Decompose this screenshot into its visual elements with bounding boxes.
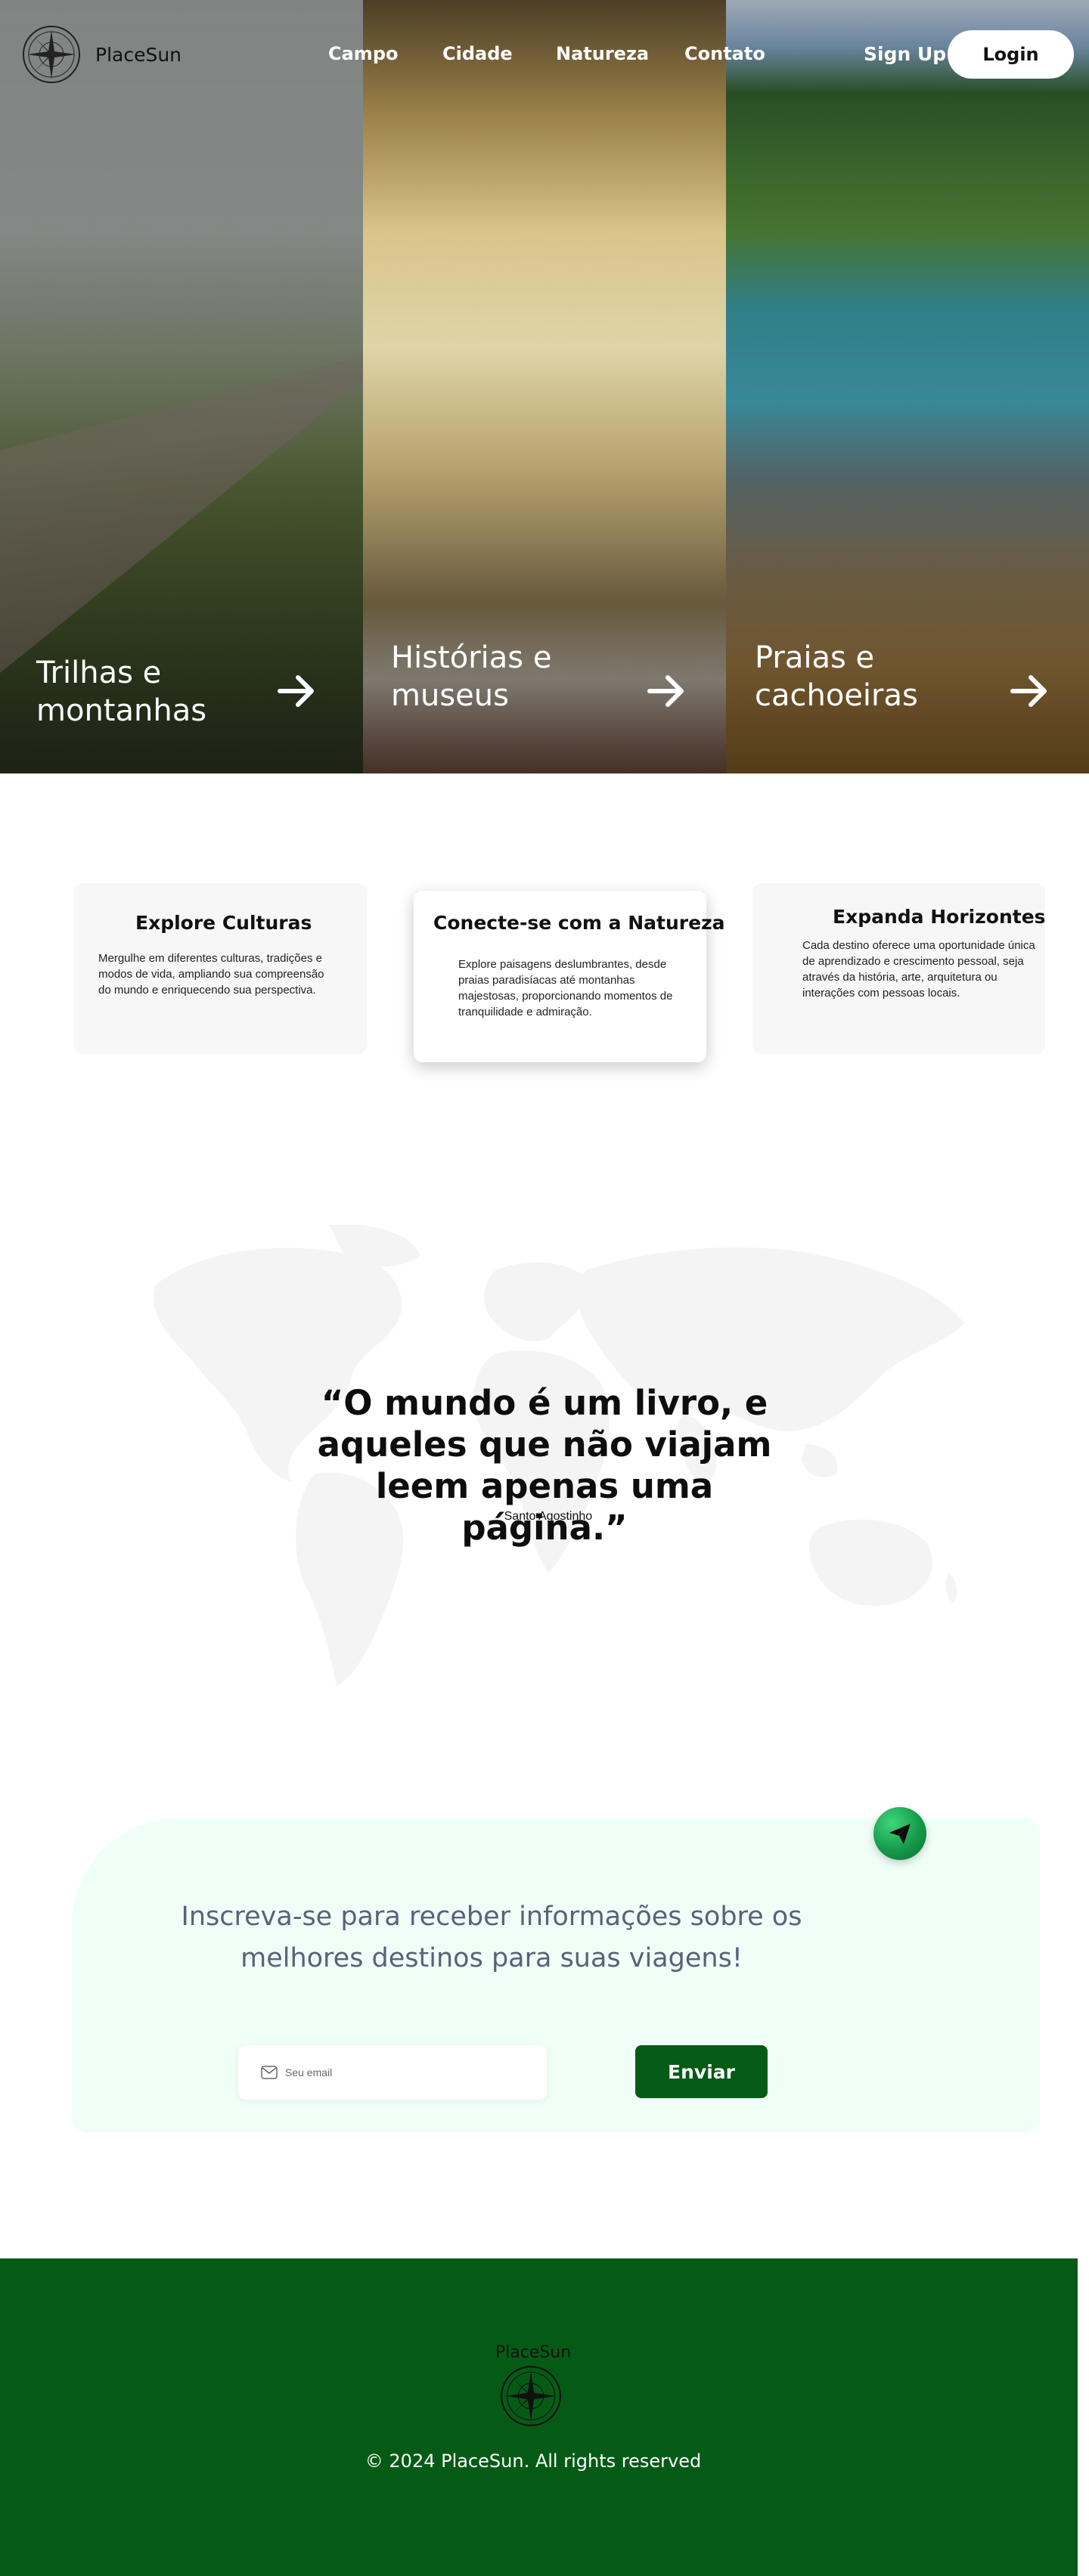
nav-link-campo[interactable]: Campo (328, 43, 398, 64)
copyright-text: © 2024 PlaceSun. All rights reserved (365, 2450, 702, 2472)
feature-card-title: Conecte-se com a Natureza (433, 912, 725, 934)
arrow-right-icon[interactable] (275, 670, 318, 712)
send-button[interactable]: Enviar (635, 2045, 768, 2098)
hero-panel-title: Praias e cachoeiras (755, 640, 918, 713)
feature-card-text: Mergulhe em diferentes culturas, tradiçõ… (98, 952, 324, 997)
hero-panel-title: Histórias e museus (391, 640, 552, 713)
feature-card-horizons[interactable]: Expanda Horizontes Cada destino oferece … (752, 883, 1046, 1054)
arrow-right-icon[interactable] (1008, 670, 1050, 712)
feature-card-title: Expanda Horizontes (833, 906, 1046, 928)
hero-section: Trilhas e montanhas Histórias e museus P… (0, 0, 1089, 773)
nav-link-cidade[interactable]: Cidade (442, 43, 513, 64)
footer: PlaceSun © 2024 PlaceSun. All rights res… (0, 2258, 1078, 2576)
login-button[interactable]: Login (948, 30, 1074, 79)
paper-plane-button[interactable] (873, 1807, 926, 1860)
brand-name[interactable]: PlaceSun (95, 44, 182, 66)
road-scenery (0, 355, 363, 673)
paper-plane-icon (889, 1824, 911, 1844)
footer-brand: PlaceSun (495, 2343, 572, 2362)
quote-author: - Santo Agostinho (496, 1510, 593, 1523)
top-navbar: PlaceSun Campo Cidade Natureza Contato S… (0, 0, 1089, 110)
newsletter-title: Inscreva-se para receber informações sob… (181, 1902, 802, 1973)
arrow-right-icon[interactable] (645, 670, 687, 712)
signup-link[interactable]: Sign Up (864, 43, 946, 65)
email-field[interactable] (285, 2060, 527, 2085)
feature-card-cultures[interactable]: Explore Culturas Mergulhe em diferentes … (74, 883, 367, 1054)
hero-panel-title: Trilhas e montanhas (36, 656, 207, 728)
nav-link-natureza[interactable]: Natureza (556, 43, 649, 64)
feature-card-text: Explore paisagens deslumbrantes, desde p… (458, 958, 673, 1018)
compass-logo-icon[interactable] (21, 24, 82, 85)
feature-card-text: Cada destino oferece uma oportunidade ún… (802, 939, 1035, 1000)
feature-card-nature[interactable]: Conecte-se com a Natureza Explore paisag… (414, 891, 725, 1062)
compass-logo-icon (501, 2366, 561, 2426)
mail-icon (261, 2066, 278, 2079)
travel-quote: “O mundo é um livro, e aqueles que não v… (317, 1383, 772, 1548)
feature-card-title: Explore Culturas (135, 912, 312, 934)
email-field-container[interactable] (238, 2045, 547, 2100)
nav-link-contato[interactable]: Contato (684, 43, 765, 64)
